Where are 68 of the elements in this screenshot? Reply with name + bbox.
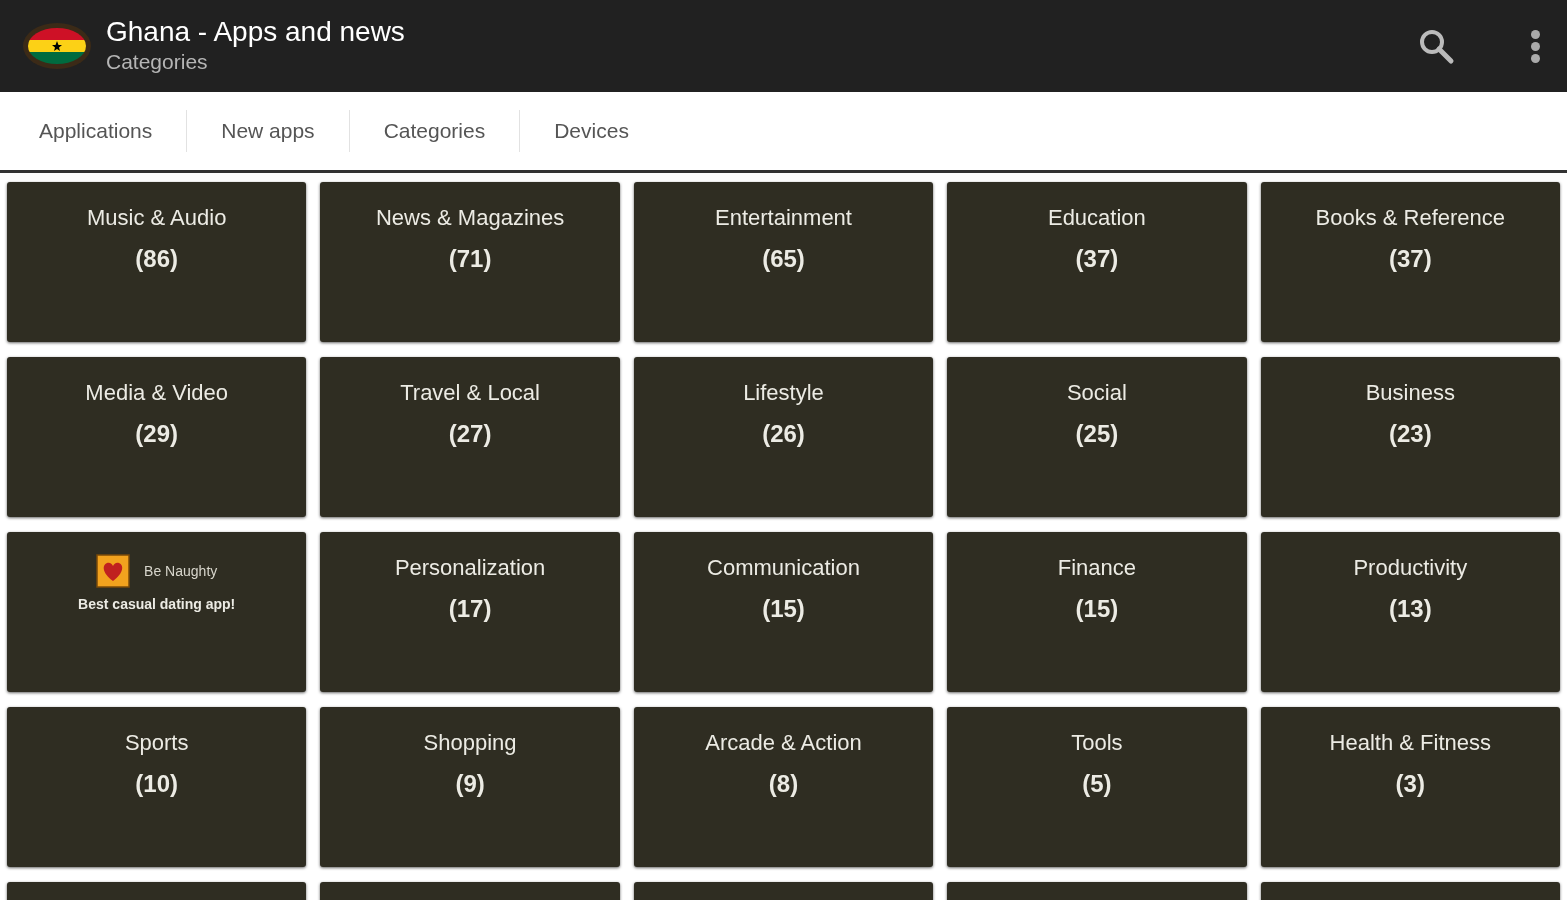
category-name: Productivity [1353, 554, 1468, 582]
category-count: (26) [762, 420, 805, 448]
category-tile[interactable]: Lifestyle (26) [633, 357, 934, 517]
category-tile[interactable]: Social (25) [947, 357, 1247, 517]
category-tile[interactable]: Music & Audio (86) [7, 182, 307, 342]
category-tile[interactable]: Media & Video (29) [7, 357, 307, 517]
app-subtitle: Categories [106, 49, 209, 75]
category-name: Personalization [394, 554, 546, 582]
category-name: Media & Video [85, 379, 229, 407]
category-name: Tools [1071, 729, 1123, 757]
category-count: (37) [1075, 245, 1119, 273]
category-tile[interactable]: Personalization (17) [320, 532, 620, 692]
category-count: (8) [768, 770, 799, 798]
category-tile[interactable]: Education (37) [947, 182, 1247, 342]
category-name: Entertainment [715, 204, 852, 232]
category-count: (9) [455, 770, 485, 798]
category-tile[interactable]: Books & Reference (37) [1260, 182, 1560, 342]
category-name: Sports [124, 729, 189, 757]
category-name: Arcade & Action [705, 729, 862, 757]
category-count: (37) [1388, 245, 1432, 273]
category-count: (17) [448, 595, 492, 623]
category-tile[interactable]: Productivity (13) [1260, 532, 1560, 692]
category-tile[interactable]: Arcade & Action (8) [633, 707, 934, 867]
category-count: (23) [1388, 420, 1432, 448]
category-tile[interactable]: Health & Fitness (3) [1260, 707, 1560, 867]
category-tile[interactable]: Shopping (9) [320, 707, 620, 867]
category-tile[interactable]: Sports (10) [7, 707, 307, 867]
tab[interactable]: New apps [187, 92, 349, 170]
ad-tile[interactable]: Be Naughty Best casual dating app! [7, 532, 307, 692]
category-name: Communication [707, 554, 860, 582]
category-count: (27) [448, 420, 492, 448]
category-tile[interactable]: Entertainment (65) [633, 182, 934, 342]
category-name: Education [1047, 204, 1146, 232]
ad-app-name: Be Naughty [144, 561, 218, 581]
category-tile[interactable]: Finance (15) [947, 532, 1247, 692]
category-name: Travel & Local [400, 379, 540, 407]
category-name: Lifestyle [743, 379, 824, 407]
ad-tagline: Best casual dating app! [78, 595, 236, 614]
ghana-flag-icon [22, 22, 92, 70]
category-name: Social [1066, 379, 1127, 407]
category-tile[interactable]: Tools (5) [947, 707, 1247, 867]
category-name: Music & Audio [87, 204, 227, 232]
category-name: Business [1365, 379, 1455, 407]
category-tile[interactable]: News & Magazines (71) [320, 182, 620, 342]
category-name: Books & Reference [1315, 204, 1506, 232]
category-tile[interactable]: Business (23) [1260, 357, 1560, 517]
tab[interactable]: Devices [520, 92, 663, 170]
category-name: Health & Fitness [1329, 729, 1491, 757]
category-count: (65) [762, 245, 805, 273]
category-tile[interactable]: Communication (15) [633, 532, 934, 692]
tab[interactable]: Applications [5, 92, 187, 170]
category-count: (25) [1075, 420, 1119, 448]
category-name: Finance [1057, 554, 1137, 582]
category-count: (3) [1395, 770, 1425, 798]
search-icon [1417, 27, 1455, 65]
category-name: News & Magazines [375, 204, 565, 232]
category-count: (86) [135, 245, 179, 273]
category-count: (71) [448, 245, 492, 273]
category-name: Shopping [423, 729, 517, 757]
category-count: (5) [1082, 770, 1112, 798]
category-count: (15) [762, 595, 805, 623]
category-count: (15) [1075, 595, 1119, 623]
category-tile[interactable]: Travel & Local (27) [320, 357, 620, 517]
category-count: (29) [135, 420, 179, 448]
category-count: (10) [135, 770, 179, 798]
app-title: Ghana - Apps and news [106, 16, 405, 48]
category-count: (13) [1388, 595, 1432, 623]
tab[interactable]: Categories [349, 92, 520, 170]
